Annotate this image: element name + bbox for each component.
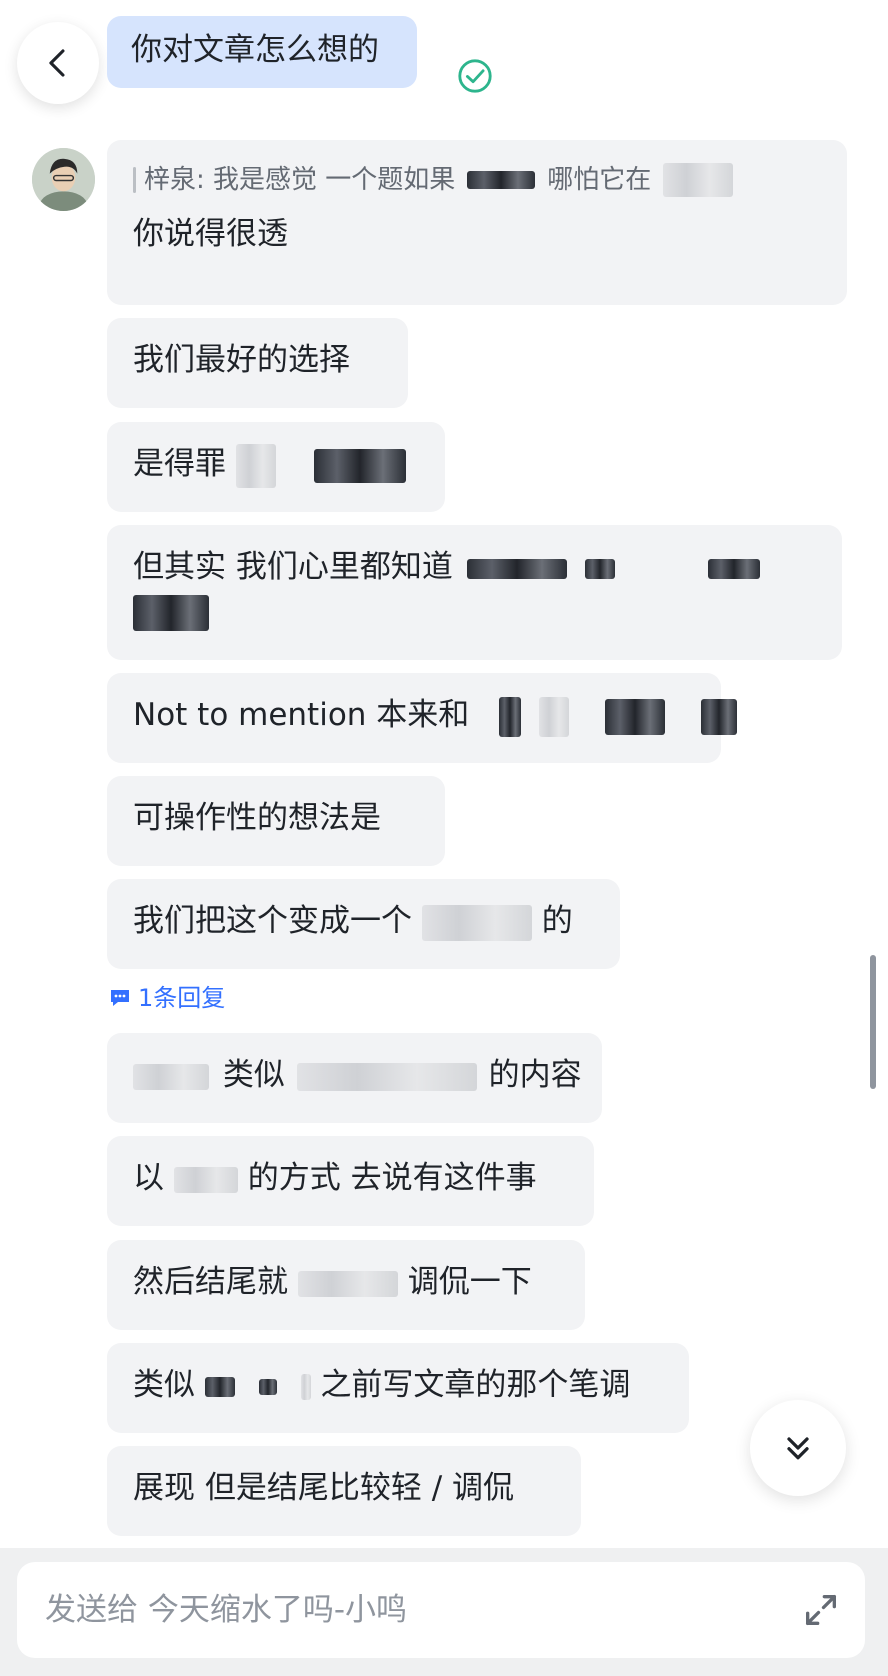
redacted-text: [258, 1378, 277, 1395]
quoted-reply-bubble[interactable]: 梓泉: 我是感觉 一个题如果 哪怕它在 你说得很透: [107, 140, 847, 305]
quote-text: 梓泉: 我是感觉 一个题如果: [144, 165, 456, 195]
message-text: 可操作性的想法是: [133, 800, 381, 836]
self-message-bubble[interactable]: 你对文章怎么想的: [107, 16, 417, 88]
message-bubble[interactable]: 是得罪: [107, 422, 445, 512]
message-bubble[interactable]: 类似 的内容: [107, 1033, 602, 1123]
quoted-message[interactable]: 梓泉: 我是感觉 一个题如果 哪怕它在: [133, 162, 821, 198]
message-text: 的内容: [488, 1057, 582, 1093]
redacted-text: [604, 698, 665, 735]
redacted-text: [708, 558, 761, 579]
message-bubble[interactable]: Not to mention 本来和: [107, 673, 737, 763]
redacted-text: [539, 696, 570, 737]
message-text: 展现 但是结尾比较轻 / 调侃: [133, 1470, 515, 1506]
scrollbar[interactable]: [870, 955, 876, 1089]
redacted-text: [467, 171, 536, 189]
message-bubble[interactable]: 以 的方式 去说有这件事: [107, 1136, 594, 1226]
redacted-text: [466, 558, 567, 579]
message-bubble[interactable]: 然后结尾就 调侃一下: [107, 1240, 585, 1330]
message-text: 之前写文章的那个笔调: [320, 1367, 631, 1403]
double-chevron-down-icon: [787, 1437, 809, 1460]
avatar-image: [32, 148, 95, 211]
comment-icon: [111, 990, 129, 1006]
self-message-text: 你对文章怎么想的: [131, 32, 379, 68]
message-text: 是得罪: [133, 446, 226, 482]
read-check-icon: [458, 59, 492, 93]
redacted-text: [235, 443, 276, 488]
message-bubble[interactable]: 可操作性的想法是: [107, 776, 445, 866]
avatar[interactable]: [32, 148, 95, 211]
message-text: 然后结尾就: [133, 1264, 288, 1300]
message-text: 调侃一下: [407, 1264, 532, 1300]
expand-icon[interactable]: [801, 1590, 841, 1630]
message-text: Not to mention 本来和: [133, 697, 470, 733]
message-bubble[interactable]: 展现 但是结尾比较轻 / 调侃: [107, 1446, 581, 1536]
redacted-text: [421, 904, 532, 941]
redacted-text: [584, 558, 615, 579]
redacted-text: [204, 1376, 235, 1397]
reply-text: 你说得很透: [133, 216, 288, 252]
message-text: 类似: [133, 1367, 195, 1403]
jump-to-latest-button[interactable]: [750, 1400, 846, 1496]
redacted-text: [499, 696, 522, 737]
redacted-text: [133, 594, 209, 631]
message-text: 的: [541, 903, 573, 939]
message-text: 以: [133, 1160, 164, 1196]
chevron-left-icon: [49, 49, 65, 77]
thread-reply-count: 1条回复: [138, 984, 226, 1012]
redacted-text: [296, 1062, 477, 1091]
message-input[interactable]: [43, 1591, 801, 1629]
redacted-text: [173, 1166, 238, 1193]
chat-screen: 你对文章怎么想的 梓泉: 我是感觉 一个题如果 哪怕它在 你说得很透 我们最好的…: [0, 0, 888, 1676]
message-text: 类似: [222, 1057, 285, 1093]
back-button[interactable]: [17, 22, 99, 104]
message-text: 但其实 我们心里都知道: [133, 549, 453, 585]
redacted-text: [297, 1270, 398, 1297]
redacted-text: [300, 1373, 311, 1400]
message-bubble[interactable]: 类似 之前写文章的那个笔调: [107, 1343, 689, 1433]
redacted-text: [700, 698, 737, 735]
message-text: 我们把这个变成一个: [133, 903, 412, 939]
thread-reply-link[interactable]: 1条回复: [108, 983, 225, 1013]
quote-text-2: 哪怕它在: [547, 165, 652, 195]
redacted-text: [133, 1063, 209, 1090]
message-composer[interactable]: [17, 1562, 865, 1658]
message-text: 的方式 去说有这件事: [247, 1160, 537, 1196]
quote-bar: [133, 167, 136, 193]
message-bubble[interactable]: 我们最好的选择: [107, 318, 408, 408]
message-text: 我们最好的选择: [133, 342, 350, 378]
message-bubble[interactable]: 但其实 我们心里都知道: [107, 525, 842, 660]
message-bubble[interactable]: 我们把这个变成一个 的: [107, 879, 620, 969]
redacted-text: [663, 163, 734, 197]
redacted-text: [313, 448, 406, 483]
